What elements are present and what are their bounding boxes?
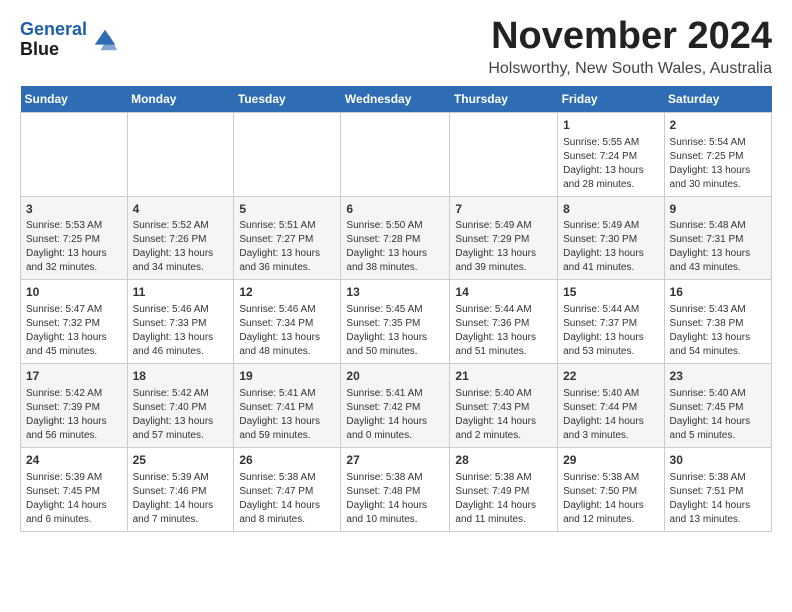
calendar-cell: 3Sunrise: 5:53 AMSunset: 7:25 PMDaylight… bbox=[21, 196, 128, 280]
day-number: 16 bbox=[670, 284, 766, 301]
calendar-cell: 13Sunrise: 5:45 AMSunset: 7:35 PMDayligh… bbox=[341, 280, 450, 364]
calendar-cell: 29Sunrise: 5:38 AMSunset: 7:50 PMDayligh… bbox=[558, 447, 664, 531]
day-number: 25 bbox=[133, 452, 229, 469]
day-number: 6 bbox=[346, 201, 444, 218]
calendar-cell: 17Sunrise: 5:42 AMSunset: 7:39 PMDayligh… bbox=[21, 364, 128, 448]
location-subtitle: Holsworthy, New South Wales, Australia bbox=[488, 60, 772, 78]
day-number: 4 bbox=[133, 201, 229, 218]
calendar-week-row: 10Sunrise: 5:47 AMSunset: 7:32 PMDayligh… bbox=[21, 280, 772, 364]
month-year-title: November 2024 bbox=[488, 16, 772, 58]
col-monday: Monday bbox=[127, 86, 234, 113]
calendar-cell: 23Sunrise: 5:40 AMSunset: 7:45 PMDayligh… bbox=[664, 364, 771, 448]
day-number: 21 bbox=[455, 368, 552, 385]
day-number: 10 bbox=[26, 284, 122, 301]
header-row: Sunday Monday Tuesday Wednesday Thursday… bbox=[21, 86, 772, 113]
calendar-header: Sunday Monday Tuesday Wednesday Thursday… bbox=[21, 86, 772, 113]
title-section: November 2024 Holsworthy, New South Wale… bbox=[488, 16, 772, 78]
col-wednesday: Wednesday bbox=[341, 86, 450, 113]
calendar-cell: 9Sunrise: 5:48 AMSunset: 7:31 PMDaylight… bbox=[664, 196, 771, 280]
calendar-cell bbox=[127, 112, 234, 196]
calendar-cell: 8Sunrise: 5:49 AMSunset: 7:30 PMDaylight… bbox=[558, 196, 664, 280]
calendar-week-row: 3Sunrise: 5:53 AMSunset: 7:25 PMDaylight… bbox=[21, 196, 772, 280]
day-number: 23 bbox=[670, 368, 766, 385]
day-number: 3 bbox=[26, 201, 122, 218]
col-friday: Friday bbox=[558, 86, 664, 113]
calendar-cell: 7Sunrise: 5:49 AMSunset: 7:29 PMDaylight… bbox=[450, 196, 558, 280]
day-number: 27 bbox=[346, 452, 444, 469]
day-number: 18 bbox=[133, 368, 229, 385]
logo-icon bbox=[91, 26, 119, 54]
day-number: 24 bbox=[26, 452, 122, 469]
calendar-cell: 15Sunrise: 5:44 AMSunset: 7:37 PMDayligh… bbox=[558, 280, 664, 364]
day-number: 2 bbox=[670, 117, 766, 134]
page-header: GeneralBlue November 2024 Holsworthy, Ne… bbox=[20, 16, 772, 78]
calendar-cell bbox=[341, 112, 450, 196]
calendar-cell: 20Sunrise: 5:41 AMSunset: 7:42 PMDayligh… bbox=[341, 364, 450, 448]
calendar-cell: 10Sunrise: 5:47 AMSunset: 7:32 PMDayligh… bbox=[21, 280, 128, 364]
day-number: 29 bbox=[563, 452, 658, 469]
day-number: 13 bbox=[346, 284, 444, 301]
calendar-cell: 25Sunrise: 5:39 AMSunset: 7:46 PMDayligh… bbox=[127, 447, 234, 531]
day-number: 1 bbox=[563, 117, 658, 134]
calendar-cell: 1Sunrise: 5:55 AMSunset: 7:24 PMDaylight… bbox=[558, 112, 664, 196]
calendar-cell: 18Sunrise: 5:42 AMSunset: 7:40 PMDayligh… bbox=[127, 364, 234, 448]
calendar-cell: 2Sunrise: 5:54 AMSunset: 7:25 PMDaylight… bbox=[664, 112, 771, 196]
logo: GeneralBlue bbox=[20, 20, 119, 60]
day-number: 14 bbox=[455, 284, 552, 301]
calendar-week-row: 17Sunrise: 5:42 AMSunset: 7:39 PMDayligh… bbox=[21, 364, 772, 448]
col-sunday: Sunday bbox=[21, 86, 128, 113]
day-number: 9 bbox=[670, 201, 766, 218]
day-number: 7 bbox=[455, 201, 552, 218]
calendar-cell: 26Sunrise: 5:38 AMSunset: 7:47 PMDayligh… bbox=[234, 447, 341, 531]
day-number: 19 bbox=[239, 368, 335, 385]
day-number: 28 bbox=[455, 452, 552, 469]
day-number: 12 bbox=[239, 284, 335, 301]
calendar-cell: 4Sunrise: 5:52 AMSunset: 7:26 PMDaylight… bbox=[127, 196, 234, 280]
day-number: 20 bbox=[346, 368, 444, 385]
calendar-cell: 6Sunrise: 5:50 AMSunset: 7:28 PMDaylight… bbox=[341, 196, 450, 280]
calendar-week-row: 24Sunrise: 5:39 AMSunset: 7:45 PMDayligh… bbox=[21, 447, 772, 531]
calendar-cell: 14Sunrise: 5:44 AMSunset: 7:36 PMDayligh… bbox=[450, 280, 558, 364]
calendar-cell: 12Sunrise: 5:46 AMSunset: 7:34 PMDayligh… bbox=[234, 280, 341, 364]
day-number: 5 bbox=[239, 201, 335, 218]
calendar-cell bbox=[21, 112, 128, 196]
col-thursday: Thursday bbox=[450, 86, 558, 113]
day-number: 30 bbox=[670, 452, 766, 469]
calendar-cell bbox=[450, 112, 558, 196]
day-number: 17 bbox=[26, 368, 122, 385]
calendar-cell: 30Sunrise: 5:38 AMSunset: 7:51 PMDayligh… bbox=[664, 447, 771, 531]
day-number: 22 bbox=[563, 368, 658, 385]
day-number: 26 bbox=[239, 452, 335, 469]
calendar-body: 1Sunrise: 5:55 AMSunset: 7:24 PMDaylight… bbox=[21, 112, 772, 531]
calendar-table: Sunday Monday Tuesday Wednesday Thursday… bbox=[20, 86, 772, 532]
calendar-week-row: 1Sunrise: 5:55 AMSunset: 7:24 PMDaylight… bbox=[21, 112, 772, 196]
col-saturday: Saturday bbox=[664, 86, 771, 113]
calendar-cell: 11Sunrise: 5:46 AMSunset: 7:33 PMDayligh… bbox=[127, 280, 234, 364]
calendar-cell: 19Sunrise: 5:41 AMSunset: 7:41 PMDayligh… bbox=[234, 364, 341, 448]
col-tuesday: Tuesday bbox=[234, 86, 341, 113]
calendar-cell: 24Sunrise: 5:39 AMSunset: 7:45 PMDayligh… bbox=[21, 447, 128, 531]
calendar-cell: 21Sunrise: 5:40 AMSunset: 7:43 PMDayligh… bbox=[450, 364, 558, 448]
calendar-cell: 28Sunrise: 5:38 AMSunset: 7:49 PMDayligh… bbox=[450, 447, 558, 531]
calendar-cell: 5Sunrise: 5:51 AMSunset: 7:27 PMDaylight… bbox=[234, 196, 341, 280]
day-number: 8 bbox=[563, 201, 658, 218]
calendar-cell bbox=[234, 112, 341, 196]
day-number: 11 bbox=[133, 284, 229, 301]
calendar-cell: 16Sunrise: 5:43 AMSunset: 7:38 PMDayligh… bbox=[664, 280, 771, 364]
logo-text: GeneralBlue bbox=[20, 20, 87, 60]
calendar-cell: 27Sunrise: 5:38 AMSunset: 7:48 PMDayligh… bbox=[341, 447, 450, 531]
day-number: 15 bbox=[563, 284, 658, 301]
calendar-cell: 22Sunrise: 5:40 AMSunset: 7:44 PMDayligh… bbox=[558, 364, 664, 448]
